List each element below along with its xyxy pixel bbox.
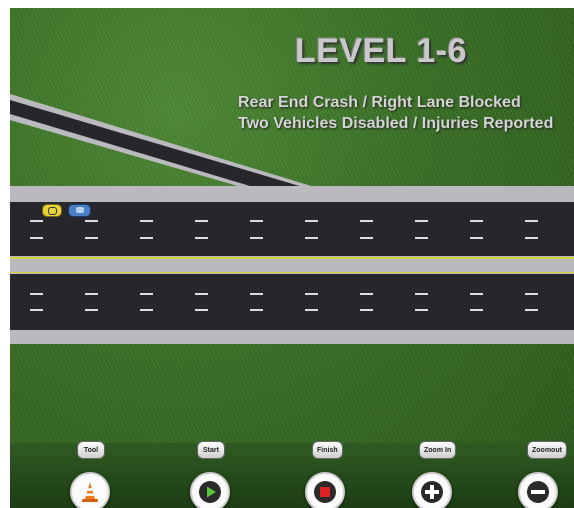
lane-dash [360, 309, 373, 311]
lane-dash [250, 220, 263, 222]
lane-dash [415, 220, 428, 222]
lane-dash [250, 309, 263, 311]
lane-dash [305, 309, 318, 311]
lane-dash [470, 237, 483, 239]
lane-dash [525, 220, 538, 222]
lane-dash [525, 237, 538, 239]
lane-dash [415, 309, 428, 311]
median-line-top [10, 257, 574, 259]
stop-icon [314, 481, 336, 503]
lane-dash [30, 237, 43, 239]
level-description-line2: Two Vehicles Disabled / Injuries Reporte… [238, 115, 554, 132]
tool-label: Tool [77, 441, 105, 459]
zoom-in-label: Zoom In [419, 441, 457, 459]
lane-dash [525, 293, 538, 295]
lane-dash [250, 293, 263, 295]
upper-roadway [10, 202, 574, 256]
zoom-in-button[interactable] [412, 472, 452, 508]
lane-dash [360, 237, 373, 239]
lane-dash [30, 293, 43, 295]
highway-scene [10, 94, 574, 344]
yellow-car[interactable] [42, 204, 62, 217]
zoom-out-label: Zoomout [527, 441, 567, 459]
lane-dash [470, 309, 483, 311]
start-label: Start [197, 441, 225, 459]
finish-label: Finish [312, 441, 343, 459]
lower-shoulder [10, 330, 574, 344]
lane-dash [415, 293, 428, 295]
lane-dash [195, 220, 208, 222]
lane-dash [360, 293, 373, 295]
lane-dash [140, 309, 153, 311]
lane-dash [85, 293, 98, 295]
lane-dash [360, 220, 373, 222]
finish-button[interactable] [305, 472, 345, 508]
lower-roadway [10, 274, 574, 330]
traffic-cone-icon [82, 482, 98, 502]
zoom-out-button[interactable] [518, 472, 558, 508]
blue-car[interactable] [68, 204, 91, 217]
zoom-in-icon [421, 481, 443, 503]
start-button[interactable] [190, 472, 230, 508]
lane-dash [85, 237, 98, 239]
game-stage[interactable]: LEVEL 1-6 Rear End Crash / Right Lane Bl… [10, 8, 574, 508]
lane-dash [30, 309, 43, 311]
lane-dash [305, 220, 318, 222]
lane-dash [525, 309, 538, 311]
level-description-line1: Rear End Crash / Right Lane Blocked [238, 94, 521, 111]
lane-dash [305, 237, 318, 239]
upper-shoulder [10, 186, 574, 202]
play-icon [199, 481, 221, 503]
lane-dash [250, 237, 263, 239]
lane-dash [305, 293, 318, 295]
median-line-bottom [10, 272, 574, 273]
lane-dash [140, 220, 153, 222]
lane-dash [140, 293, 153, 295]
lane-dash [195, 237, 208, 239]
lane-dash [195, 309, 208, 311]
lane-dash [140, 237, 153, 239]
lane-dash [85, 220, 98, 222]
lane-dash [470, 293, 483, 295]
lane-dash [30, 220, 43, 222]
lane-dash [85, 309, 98, 311]
lane-dash [470, 220, 483, 222]
lane-dash [415, 237, 428, 239]
level-title: LEVEL 1-6 [295, 32, 468, 70]
lane-dash [195, 293, 208, 295]
zoom-out-icon [527, 481, 549, 503]
tool-button[interactable] [70, 472, 110, 508]
